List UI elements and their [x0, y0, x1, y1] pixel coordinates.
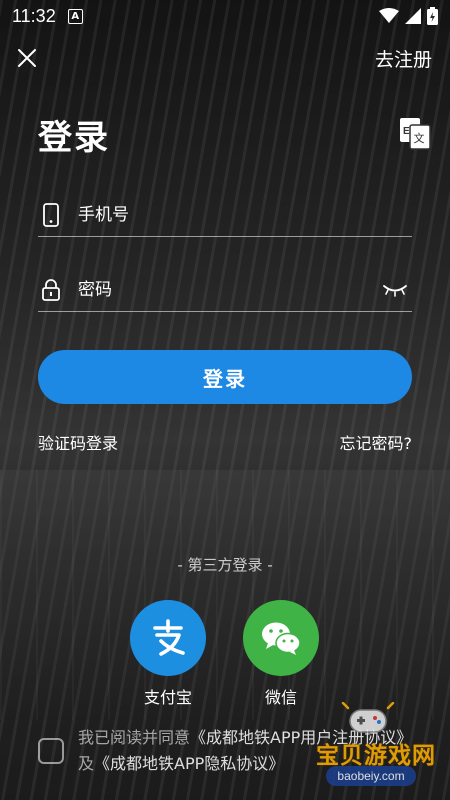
top-bar: 去注册: [0, 40, 450, 76]
wechat-label: 微信: [264, 688, 297, 707]
status-bar: 11:32 A: [0, 0, 450, 32]
close-icon: [18, 49, 36, 67]
eye-closed-icon: [383, 284, 407, 297]
third-party-login-title: - 第三方登录 -: [177, 556, 273, 574]
agreement-prefix: 我已阅读并同意: [78, 728, 191, 747]
alipay-login-button[interactable]: 支付宝: [130, 600, 206, 708]
wifi-icon: [379, 8, 399, 23]
password-field: [38, 268, 412, 312]
user-agreement-link[interactable]: 《成都地铁APP用户注册协议》: [190, 728, 412, 747]
signal-icon: [405, 8, 421, 24]
login-button[interactable]: 登录: [38, 350, 412, 404]
close-button[interactable]: [14, 45, 40, 71]
status-icons: [379, 7, 438, 25]
show-password-toggle[interactable]: [380, 277, 410, 303]
status-time: 11:32: [12, 5, 56, 26]
register-link[interactable]: 去注册: [375, 45, 432, 72]
sms-login-link[interactable]: 验证码登录: [38, 430, 118, 454]
alipay-label: 支付宝: [143, 688, 192, 707]
wechat-icon: [243, 600, 319, 676]
phone-input[interactable]: [78, 204, 412, 225]
phone-field: [38, 193, 412, 237]
agreement-connector: 及: [78, 754, 95, 773]
language-switch-button[interactable]: En 文: [398, 116, 432, 150]
translate-icon: En 文: [400, 118, 431, 150]
phone-icon: [38, 202, 64, 228]
svg-text:文: 文: [414, 131, 425, 145]
agreement-checkbox[interactable]: [38, 738, 64, 764]
wechat-login-button[interactable]: 微信: [243, 600, 319, 708]
agreement-text: 我已阅读并同意《成都地铁APP用户注册协议》及《成都地铁APP隐私协议》: [78, 725, 418, 777]
notification-icon: A: [67, 8, 83, 24]
battery-icon: [427, 7, 438, 25]
alipay-icon: [130, 600, 206, 676]
forgot-password-link[interactable]: 忘记密码?: [340, 430, 413, 454]
privacy-policy-link[interactable]: 《成都地铁APP隐私协议》: [94, 754, 284, 773]
password-input[interactable]: [78, 279, 380, 300]
page-title: 登录: [38, 118, 110, 158]
lock-icon: [38, 277, 64, 303]
